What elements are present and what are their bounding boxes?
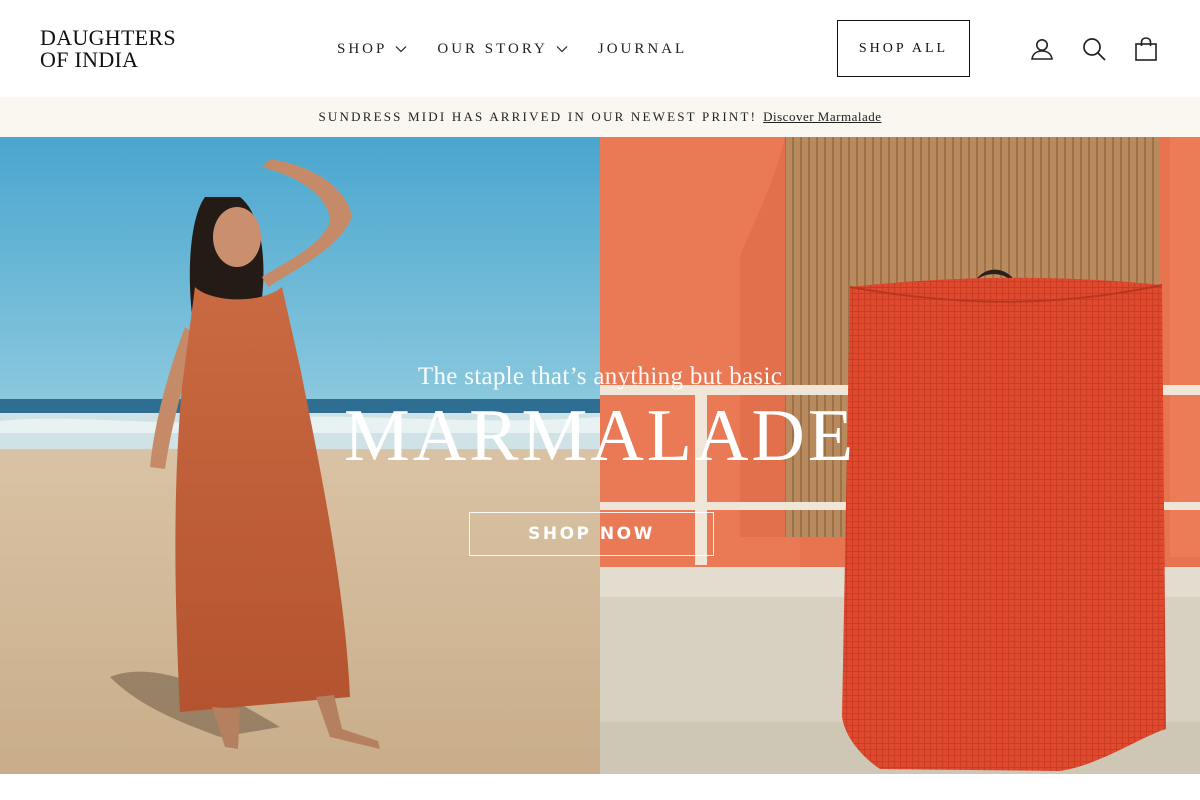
nav-item-label: OUR STORY xyxy=(437,40,548,57)
account-icon xyxy=(1031,39,1053,60)
brand-logo[interactable]: DAUGHTERS OF INDIA xyxy=(40,27,176,71)
search-icon xyxy=(1083,38,1106,61)
site-header: DAUGHTERS OF INDIA SHOP OUR STORY JOURNA… xyxy=(0,0,1200,97)
nav-item-shop[interactable]: SHOP xyxy=(337,38,407,60)
announcement-text: SUNDRESS MIDI HAS ARRIVED IN OUR NEWEST … xyxy=(318,109,758,124)
hero-image-weaver-fabric xyxy=(600,137,1200,774)
page-bottom-spacer xyxy=(0,774,1200,800)
shop-all-button[interactable]: SHOP ALL xyxy=(837,20,970,77)
nav-item-label: SHOP xyxy=(337,40,388,57)
cart-button[interactable] xyxy=(1133,36,1159,62)
logo-line-1: DAUGHTERS xyxy=(40,25,176,50)
hero-image-beach-model xyxy=(0,137,600,774)
announcement-link[interactable]: Discover Marmalade xyxy=(763,109,881,125)
chevron-down-icon xyxy=(395,46,407,53)
logo-line-2: OF INDIA xyxy=(40,47,139,72)
shop-now-button[interactable]: SHOP NOW xyxy=(469,512,714,556)
nav-item-label: JOURNAL xyxy=(597,40,688,57)
nav-item-journal[interactable]: JOURNAL xyxy=(598,38,687,60)
announcement-bar: SUNDRESS MIDI HAS ARRIVED IN OUR NEWEST … xyxy=(0,97,1200,137)
hero-banner: The staple that’s anything but basic MAR… xyxy=(0,137,1200,774)
account-button[interactable] xyxy=(1029,36,1055,62)
main-nav: SHOP OUR STORY JOURNAL xyxy=(337,38,717,60)
cart-bag-icon xyxy=(1135,37,1157,61)
search-button[interactable] xyxy=(1081,36,1107,62)
nav-item-our-story[interactable]: OUR STORY xyxy=(437,38,568,60)
chevron-down-icon xyxy=(556,46,568,53)
